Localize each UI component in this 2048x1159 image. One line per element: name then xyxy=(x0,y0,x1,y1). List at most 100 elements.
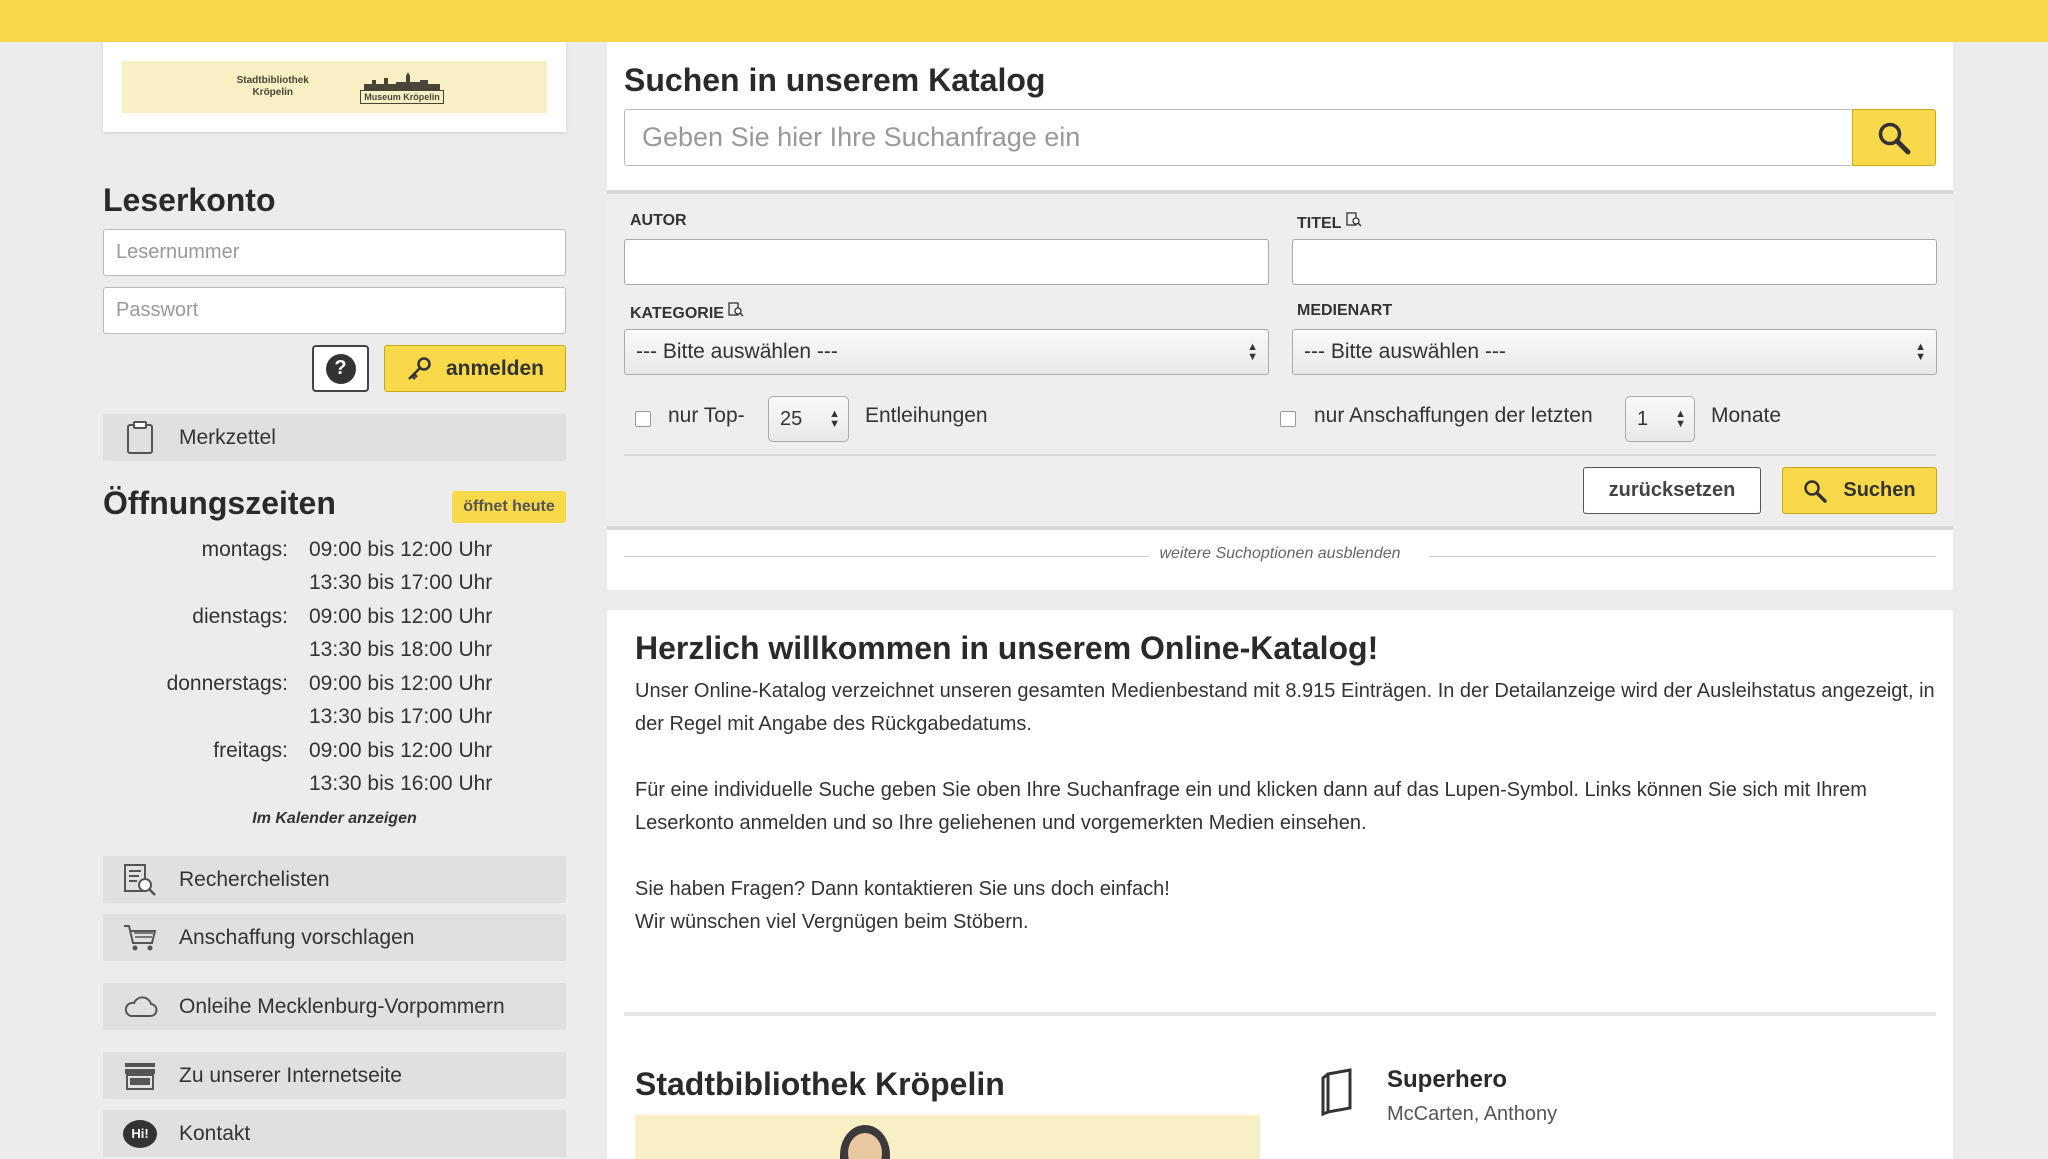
divider xyxy=(624,454,1936,456)
top-count-value: 25 xyxy=(780,408,803,430)
login-button[interactable]: anmelden xyxy=(384,345,566,392)
hours-time: 13:30 bis 17:00 Uhr xyxy=(309,705,493,729)
clipboard-icon xyxy=(103,420,177,455)
password-input[interactable]: Passwort xyxy=(103,287,566,334)
hours-row: donnerstags: 09:00 bis 12:00 Uhr xyxy=(103,667,566,701)
hours-time: 09:00 bis 12:00 Uhr xyxy=(309,604,493,628)
acquisition-checkbox[interactable] xyxy=(1280,411,1296,427)
hours-row: 13:30 bis 17:00 Uhr xyxy=(103,567,566,601)
title-label-text: TITEL xyxy=(1297,215,1342,232)
select-arrows-icon: ▲ ▼ xyxy=(1915,341,1926,363)
welcome-paragraph: Unser Online-Katalog verzeichnet unseren… xyxy=(635,680,1935,735)
welcome-title: Herzlich willkommen in unserem Online-Ka… xyxy=(635,630,1379,666)
hours-row: montags: 09:00 bis 12:00 Uhr xyxy=(103,533,566,567)
chat-icon: Hi! xyxy=(103,1119,177,1148)
hours-row: 13:30 bis 17:00 Uhr xyxy=(103,701,566,735)
hours-day: dienstags: xyxy=(192,604,288,628)
skyline-icon xyxy=(363,72,440,90)
welcome-paragraph: Wir wünschen viel Vergnügen beim Stöbern… xyxy=(635,911,1029,933)
hours-day: donnerstags: xyxy=(166,671,288,695)
list-search-icon xyxy=(103,863,177,897)
index-search-icon[interactable] xyxy=(1345,212,1362,228)
cart-icon xyxy=(103,923,177,953)
acquisition-months-value: 1 xyxy=(1637,408,1649,430)
advanced-search-panel: AUTOR TITEL KATEGORIE MEDIENART --- Bitt… xyxy=(607,190,1953,530)
hours-time: 09:00 bis 12:00 Uhr xyxy=(309,671,493,695)
top-accent-bar xyxy=(0,0,2048,42)
sidebar-item-internetseite[interactable]: Zu unserer Internetseite xyxy=(103,1052,566,1099)
hours-time: 09:00 bis 12:00 Uhr xyxy=(309,738,493,762)
sidebar-item-recherchelisten[interactable]: Recherchelisten xyxy=(103,856,566,903)
top-suffix-label: Entleihungen xyxy=(865,404,988,427)
hours-time: 09:00 bis 12:00 Uhr xyxy=(309,537,493,561)
hours-time: 13:30 bis 18:00 Uhr xyxy=(309,638,493,662)
index-search-icon[interactable] xyxy=(728,302,744,318)
select-arrows-icon: ▲ ▼ xyxy=(1247,341,1258,363)
library-logo[interactable]: Stadtbibliothek Kröpelin Museum Kröpelin xyxy=(103,42,566,132)
sidebar-item-onleihe[interactable]: Onleihe Mecklenburg-Vorpommern xyxy=(103,983,566,1030)
question-icon: ? xyxy=(325,353,356,384)
storefront-icon xyxy=(103,1061,177,1091)
title-input[interactable] xyxy=(1292,239,1937,285)
search-input[interactable]: Geben Sie hier Ihre Suchanfrage ein xyxy=(624,109,1851,166)
calendar-link[interactable]: Im Kalender anzeigen xyxy=(103,810,566,828)
sidebar-item-label: Zu unserer Internetseite xyxy=(179,1063,402,1087)
hours-day: freitags: xyxy=(213,738,288,762)
logo-museum: Museum Kröpelin xyxy=(360,70,444,104)
opening-hours-list: montags: 09:00 bis 12:00 Uhr 13:30 bis 17… xyxy=(103,533,566,801)
book-title[interactable]: Superhero xyxy=(1387,1066,1507,1094)
media-type-label: MEDIENART xyxy=(1297,302,1393,319)
welcome-panel: Herzlich willkommen in unserem Online-Ka… xyxy=(607,610,1953,1159)
search-button[interactable] xyxy=(1852,109,1936,166)
advanced-search-button[interactable]: Suchen xyxy=(1782,467,1937,514)
sidebar-item-label: Recherchelisten xyxy=(179,867,330,891)
hours-time: 13:30 bis 16:00 Uhr xyxy=(309,772,493,796)
library-photo xyxy=(635,1115,1260,1159)
acquisition-prefix-label: nur Anschaffungen der letzten xyxy=(1314,404,1593,427)
sidebar-item-label: Kontakt xyxy=(179,1121,251,1145)
help-button[interactable]: ? xyxy=(312,345,369,392)
select-arrows-icon: ▲ ▼ xyxy=(829,408,840,430)
hide-options-link[interactable]: weitere Suchoptionen ausblenden xyxy=(607,545,1953,563)
opening-hours-heading: Öffnungszeiten xyxy=(103,485,336,521)
cloud-icon xyxy=(103,995,177,1019)
sidebar-item-anschaffung[interactable]: Anschaffung vorschlagen xyxy=(103,914,566,961)
logo-library-name: Stadtbibliothek Kröpelin xyxy=(236,74,309,99)
reset-button[interactable]: zurücksetzen xyxy=(1583,467,1761,514)
hours-row: freitags: 09:00 bis 12:00 Uhr xyxy=(103,734,566,768)
login-label: anmelden xyxy=(445,356,545,380)
author-label: AUTOR xyxy=(630,212,687,229)
top-checkbox[interactable] xyxy=(635,411,651,427)
top-prefix-label: nur Top- xyxy=(668,404,745,427)
hours-row: 13:30 bis 16:00 Uhr xyxy=(103,768,566,802)
sidebar-item-merkzettel[interactable]: Merkzettel xyxy=(103,414,566,461)
hours-row: 13:30 bis 18:00 Uhr xyxy=(103,634,566,668)
category-label: KATEGORIE xyxy=(630,302,744,323)
sidebar-item-label: Merkzettel xyxy=(179,425,276,449)
search-icon xyxy=(1878,122,1911,154)
category-select-value: --- Bitte auswählen --- xyxy=(636,340,838,363)
top-count-select[interactable]: 25 ▲ ▼ xyxy=(768,396,849,442)
book-author: McCarten, Anthony xyxy=(1387,1103,1558,1125)
logo-banner: Stadtbibliothek Kröpelin Museum Kröpelin xyxy=(122,61,547,113)
catalog-search-panel: Suchen in unserem Katalog Geben Sie hier… xyxy=(607,42,1953,190)
advanced-search-label: Suchen xyxy=(1843,479,1916,501)
welcome-paragraph: Für eine individuelle Suche geben Sie ob… xyxy=(635,779,1867,834)
media-type-select[interactable]: --- Bitte auswählen --- ▲ ▼ xyxy=(1292,329,1937,375)
hide-options-bar[interactable]: weitere Suchoptionen ausblenden xyxy=(607,530,1953,590)
acquisition-months-select[interactable]: 1 ▲ ▼ xyxy=(1625,396,1695,442)
book-icon xyxy=(1320,1068,1356,1121)
category-select[interactable]: --- Bitte auswählen --- ▲ ▼ xyxy=(624,329,1269,375)
media-type-select-value: --- Bitte auswählen --- xyxy=(1304,340,1506,363)
search-heading: Suchen in unserem Katalog xyxy=(624,62,1046,98)
sidebar-item-kontakt[interactable]: Hi! Kontakt xyxy=(103,1110,566,1157)
library-heading: Stadtbibliothek Kröpelin xyxy=(635,1066,1005,1102)
select-arrows-icon: ▲ ▼ xyxy=(1675,408,1686,430)
logo-museum-name: Museum Kröpelin xyxy=(360,90,444,104)
welcome-text: Unser Online-Katalog verzeichnet unseren… xyxy=(635,675,1935,939)
reader-number-input[interactable]: Lesernummer xyxy=(103,229,566,276)
acquisition-suffix-label: Monate xyxy=(1711,404,1782,427)
key-icon xyxy=(408,356,431,380)
author-input[interactable] xyxy=(624,239,1269,285)
account-heading: Leserkonto xyxy=(103,182,276,218)
